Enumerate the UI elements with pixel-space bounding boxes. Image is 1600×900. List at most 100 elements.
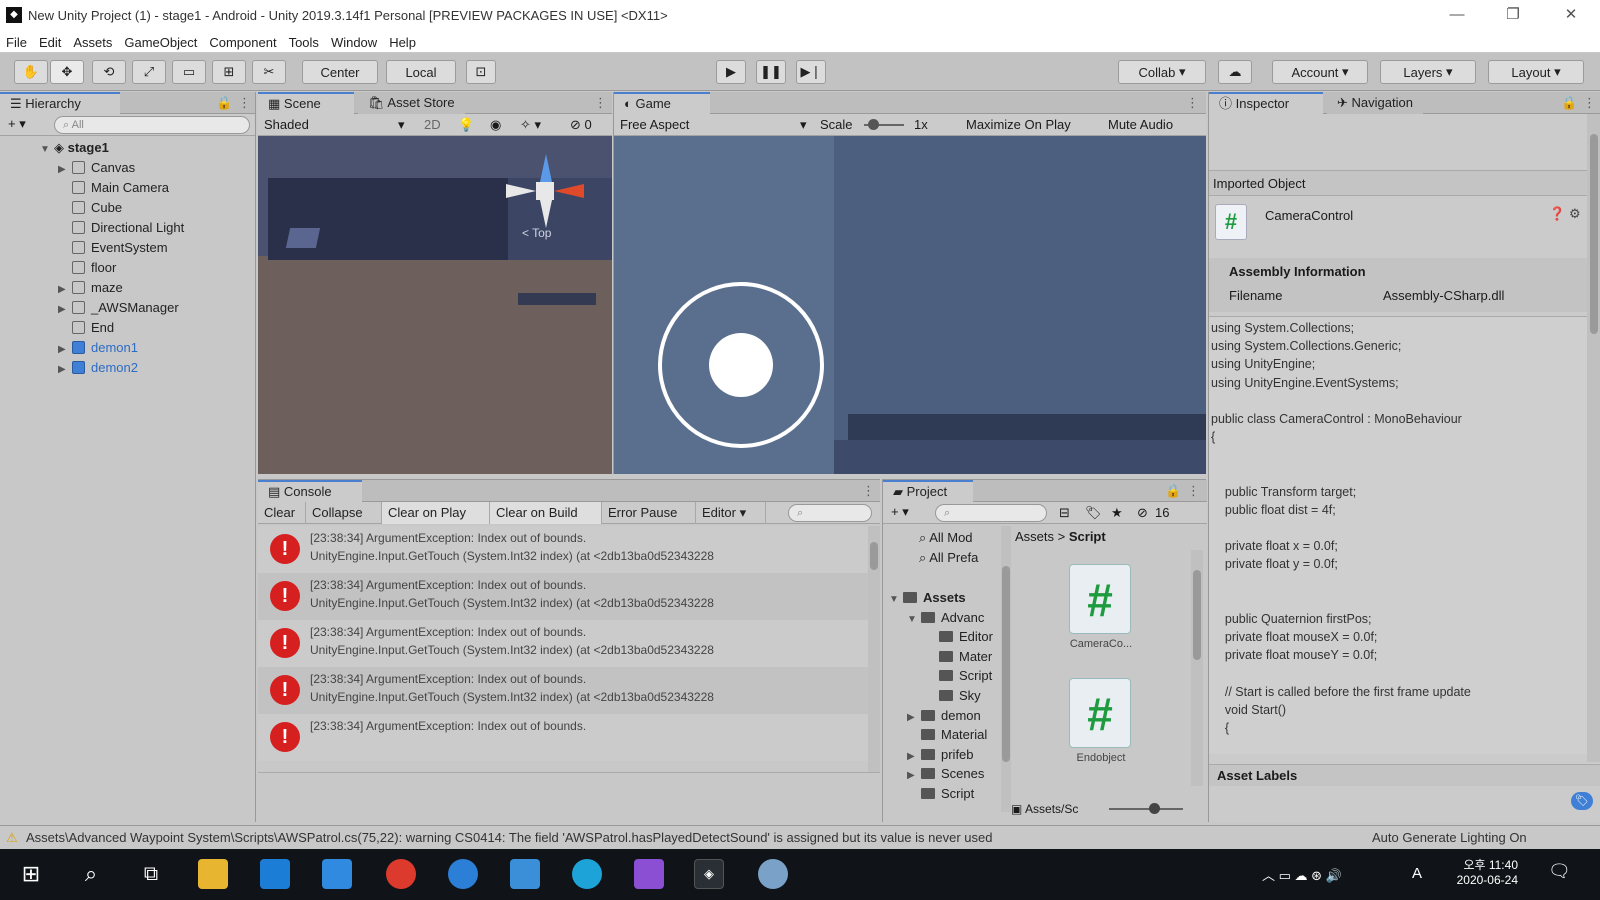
unity-taskbar-icon[interactable]: ◈ [694,859,724,889]
search-icon[interactable]: ⌕ [76,859,106,889]
scale-tool-button[interactable]: ⤢ [132,60,166,84]
tree-scrollbar[interactable] [1001,526,1011,812]
asset-labels-header[interactable]: Asset Labels [1209,764,1600,786]
status-message[interactable]: Assets\Advanced Waypoint System\Scripts\… [26,830,1326,845]
files-scroll-thumb[interactable] [1193,570,1201,660]
icon-size-thumb[interactable] [1149,803,1160,814]
hierarchy-item[interactable]: ▶ maze [0,278,255,298]
game-viewport[interactable] [614,136,1206,474]
app2-icon[interactable] [758,859,788,889]
task-view-icon[interactable]: ⧉ [136,859,166,889]
menu-gameobject[interactable]: GameObject [124,35,197,50]
pause-button[interactable]: ❚❚ [756,60,786,84]
scene-gizmo[interactable]: < Top [506,154,584,244]
aspect-dropdown[interactable]: Free Aspect [620,117,689,132]
breadcrumb-assets[interactable]: Assets [1015,529,1054,544]
hand-tool-button[interactable]: ✋ [14,60,48,84]
menu-tools[interactable]: Tools [289,35,319,50]
panel-menu-icon[interactable]: ⋮ [1187,483,1200,499]
expand-arrow-icon[interactable]: ▶ [907,747,921,765]
expand-arrow-icon[interactable]: ▶ [58,280,72,300]
breadcrumb-script[interactable]: Script [1069,529,1106,544]
expand-arrow-icon[interactable]: ▼ [889,590,903,608]
maximize-on-play-toggle[interactable]: Maximize On Play [966,117,1071,132]
project-folder-item[interactable]: Script [925,666,1001,686]
hierarchy-item[interactable]: Directional Light [0,218,255,238]
minimize-button[interactable]: — [1440,4,1474,26]
internet-explorer-icon[interactable] [448,859,478,889]
console-scrollbar[interactable] [868,526,880,772]
hierarchy-item[interactable]: Cube [0,198,255,218]
tab-console[interactable]: ▤ Console [258,480,362,502]
panel-menu-icon[interactable]: ⋮ [1186,95,1199,111]
tab-hierarchy[interactable]: ☰ Hierarchy [0,92,120,114]
tab-scene[interactable]: ▦ Scene [258,92,354,114]
shading-dropdown[interactable]: Shaded [264,117,309,132]
hierarchy-item[interactable]: End [0,318,255,338]
menu-assets[interactable]: Assets [73,35,112,50]
app-icon[interactable] [510,859,540,889]
project-folder-item[interactable]: Material [907,725,1001,745]
store-icon[interactable] [260,859,290,889]
rect-tool-button[interactable]: ▭ [172,60,206,84]
tab-game[interactable]: ◐ Game [614,92,710,114]
expand-arrow-icon[interactable]: ▶ [58,360,72,380]
account-dropdown[interactable]: Account ▾ [1272,60,1368,84]
search-by-type-icon[interactable]: ⊟ [1059,505,1070,521]
expand-arrow-icon[interactable]: ▼ [40,140,54,160]
transform-tool-button[interactable]: ⊞ [212,60,246,84]
close-button[interactable]: ✕ [1554,4,1588,26]
tab-inspector[interactable]: ⓘ Inspector [1209,92,1323,114]
grid-snap-button[interactable]: ⊡ [466,60,496,84]
hierarchy-item[interactable]: ▶ demon1 [0,338,255,358]
search-by-label-icon[interactable]: 🏷 [1085,505,1102,521]
lighting-icon[interactable]: 💡 [458,117,474,133]
expand-arrow-icon[interactable]: ▼ [907,610,921,628]
console-message[interactable]: ! [23:38:34] ArgumentException: Index out… [258,620,868,667]
console-message[interactable]: ! [23:38:34] ArgumentException: Index out… [258,526,868,573]
scale-slider-thumb[interactable] [868,119,879,130]
hidden-objects-icon[interactable]: ⊘ 0 [570,117,592,133]
hierarchy-search-input[interactable]: ⌕ All [54,116,250,134]
move-tool-button[interactable]: ✥ [50,60,84,84]
console-clear-on-play-button[interactable]: Clear on Play [382,502,490,524]
hierarchy-item[interactable]: ▶ Canvas [0,158,255,178]
console-message[interactable]: ! [23:38:34] ArgumentException: Index out… [258,573,868,620]
project-folder-item[interactable]: Sky [925,686,1001,706]
console-message[interactable]: ! [23:38:34] ArgumentException: Index out… [258,667,868,714]
favorite-item[interactable]: ⌕ All Mod [919,528,1001,548]
lock-icon[interactable]: 🔒 [1165,483,1181,499]
menu-edit[interactable]: Edit [39,35,61,50]
expand-arrow-icon[interactable]: ▶ [907,708,921,726]
pivot-center-button[interactable]: Center [302,60,378,84]
csharp-script-icon[interactable]: # [1069,678,1131,748]
scene-viewport[interactable]: < Top [258,136,612,474]
mail-icon[interactable] [322,859,352,889]
lock-icon[interactable]: 🔒 [216,95,232,111]
expand-arrow-icon[interactable]: ▶ [58,300,72,320]
menu-file[interactable]: File [6,35,27,50]
tab-navigation[interactable]: ✈ Navigation [1327,92,1423,114]
step-button[interactable]: ▶❘ [796,60,826,84]
create-button[interactable]: + ▾ [8,116,26,132]
project-folder-item[interactable]: ▶ Scenes [907,764,1001,784]
expand-arrow-icon[interactable]: ▶ [58,340,72,360]
expand-arrow-icon[interactable]: ▶ [907,766,921,784]
project-folder-item[interactable]: ▼ Advanc [907,608,1001,628]
files-scrollbar[interactable] [1191,550,1203,786]
clock[interactable]: 오후 11:40 2020-06-24 [1448,856,1518,887]
mute-audio-toggle[interactable]: Mute Audio [1108,117,1204,132]
lock-icon[interactable]: 🔒 [1561,95,1577,111]
asset-label-icon[interactable]: 🏷 [1571,792,1593,810]
file-label[interactable]: CameraCo... [1051,638,1151,650]
file-explorer-icon[interactable] [198,859,228,889]
project-folder-item[interactable]: Mater [925,647,1001,667]
console-editor-button[interactable]: Editor ▾ [696,502,766,524]
favorite-item[interactable]: ⌕ All Prefa [919,548,1001,568]
favorite-icon[interactable]: ★ [1111,505,1123,521]
panel-menu-icon[interactable]: ⋮ [594,95,607,111]
joystick-knob[interactable] [709,333,773,397]
console-clear-on-build-button[interactable]: Clear on Build [490,502,602,524]
pivot-local-button[interactable]: Local [386,60,456,84]
console-message[interactable]: ! [23:38:34] ArgumentException: Index out… [258,714,868,761]
